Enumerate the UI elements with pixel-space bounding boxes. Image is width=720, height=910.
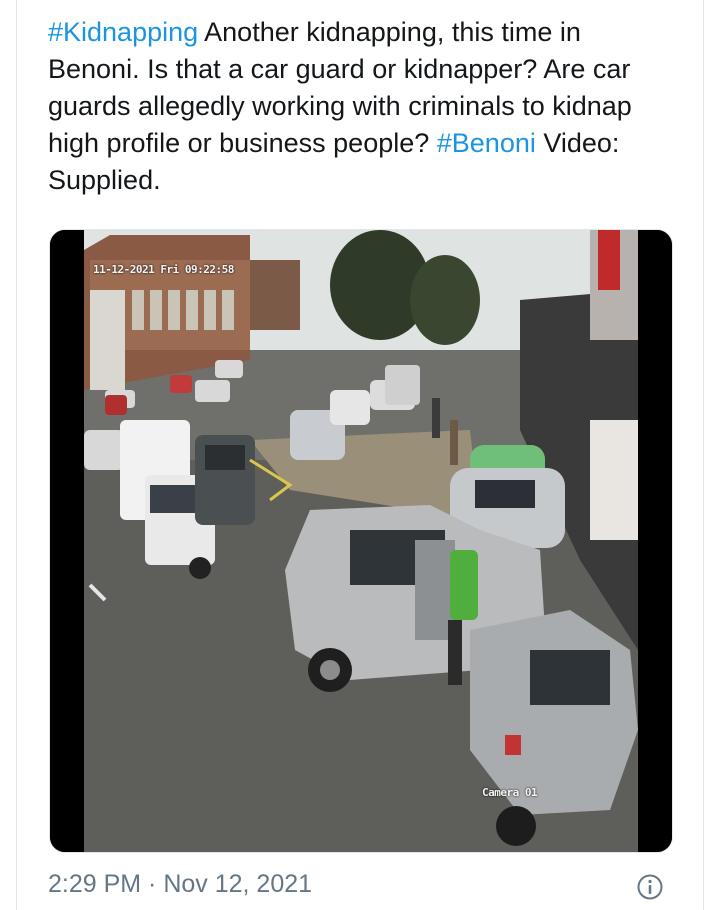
cctv-timestamp-overlay: 11-12-2021 Fri 09:22:58	[93, 263, 234, 276]
camera-label-overlay: Camera 01	[482, 786, 538, 799]
timeline-border-right	[703, 0, 704, 910]
info-circle-icon[interactable]	[636, 873, 664, 901]
tweet-text: #Kidnapping Another kidnapping, this tim…	[48, 14, 678, 199]
hashtag-kidnapping-link[interactable]: #Kidnapping	[48, 17, 198, 47]
cctv-video-frame	[50, 230, 672, 852]
timeline-border-left	[16, 0, 17, 910]
tweet-timestamp[interactable]: 2:29 PM · Nov 12, 2021	[48, 870, 312, 899]
video-player[interactable]: 11-12-2021 Fri 09:22:58 Camera 01	[49, 229, 673, 853]
hashtag-benoni-link[interactable]: #Benoni	[437, 128, 536, 158]
